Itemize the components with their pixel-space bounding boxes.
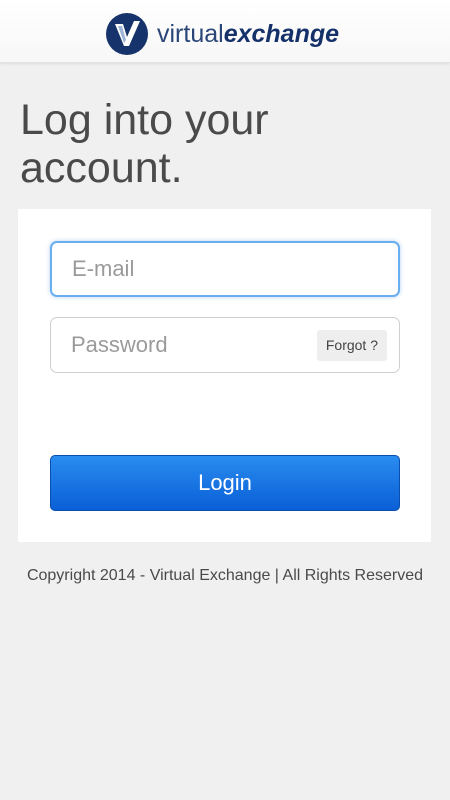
email-field[interactable] — [50, 241, 400, 297]
copyright-footer: Copyright 2014 - Virtual Exchange | All … — [26, 567, 424, 584]
email-input[interactable] — [72, 243, 312, 295]
brand-wordmark: virtualexchange — [157, 17, 339, 51]
password-input[interactable] — [71, 318, 311, 372]
brand-wordmark-bold: exchange — [223, 20, 340, 48]
brand-wordmark-light: virtual — [157, 20, 224, 48]
app-header: virtualexchange — [0, 0, 450, 63]
page-title: Log into your account. — [20, 96, 269, 192]
forgot-password-button[interactable]: Forgot ? — [316, 330, 387, 361]
login-button[interactable]: Login — [50, 455, 400, 511]
password-field[interactable]: Forgot ? — [50, 317, 400, 373]
login-card: Forgot ? Login — [18, 209, 431, 542]
virtual-exchange-logo-icon — [106, 13, 148, 55]
